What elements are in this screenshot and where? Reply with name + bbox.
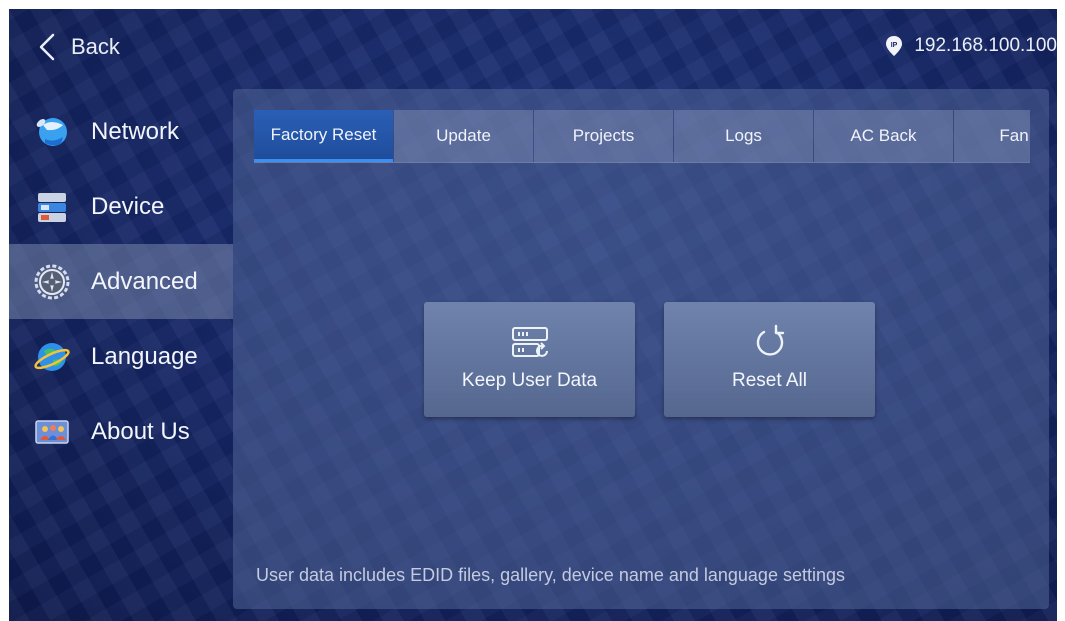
sidebar-item-label: Network (91, 117, 180, 145)
refresh-icon (756, 324, 784, 356)
tab-bar: Factory Reset Update Projects Logs AC Ba… (254, 110, 1030, 162)
gear-icon (34, 264, 70, 299)
tab-projects[interactable]: Projects (534, 110, 673, 162)
content-panel: Factory Reset Update Projects Logs AC Ba… (233, 89, 1049, 609)
sidebar-item-label: Language (91, 342, 198, 370)
tab-update[interactable]: Update (394, 110, 533, 162)
server-refresh-icon (511, 327, 548, 357)
keep-user-data-label: Keep User Data (461, 370, 598, 391)
tab-factory-reset[interactable]: Factory Reset (254, 110, 393, 162)
sidebar: Network Device Advanced Language About U… (9, 94, 233, 469)
chevron-left-icon (39, 33, 55, 61)
sidebar-item-advanced[interactable]: Advanced (9, 244, 233, 319)
sidebar-item-label: Device (91, 192, 165, 220)
device-server-icon (38, 192, 66, 222)
user-data-note: User data includes EDID files, gallery, … (256, 565, 845, 585)
tab-logs[interactable]: Logs (674, 110, 813, 162)
sidebar-item-language[interactable]: Language (9, 319, 233, 394)
svg-text:IP: IP (891, 42, 898, 49)
reset-all-button[interactable]: Reset All (664, 302, 875, 417)
network-globe-icon (36, 117, 67, 146)
sidebar-item-network[interactable]: Network (9, 94, 233, 169)
sidebar-item-label: Advanced (91, 267, 198, 295)
device-settings-screen: Back IP 192.168.100.100 Network Device A… (9, 9, 1057, 621)
reset-all-label: Reset All (732, 370, 807, 391)
back-label: Back (71, 34, 120, 59)
ip-location-pin-icon: IP (886, 36, 903, 56)
back-button[interactable]: Back (37, 31, 120, 63)
top-bar: Back IP 192.168.100.100 (9, 9, 1057, 85)
language-globe-icon (34, 342, 70, 371)
keep-user-data-button[interactable]: Keep User Data (424, 302, 635, 417)
sidebar-item-label: About Us (91, 417, 190, 445)
ip-display: IP 192.168.100.100 (884, 35, 1057, 57)
tab-fan-mode[interactable]: Fan M (954, 110, 1030, 162)
ip-address: 192.168.100.100 (914, 35, 1057, 56)
sidebar-item-device[interactable]: Device (9, 169, 233, 244)
about-us-people-icon (35, 419, 69, 444)
sidebar-item-about-us[interactable]: About Us (9, 394, 233, 469)
tab-ac-back[interactable]: AC Back (814, 110, 953, 162)
tab-divider (254, 162, 1030, 163)
